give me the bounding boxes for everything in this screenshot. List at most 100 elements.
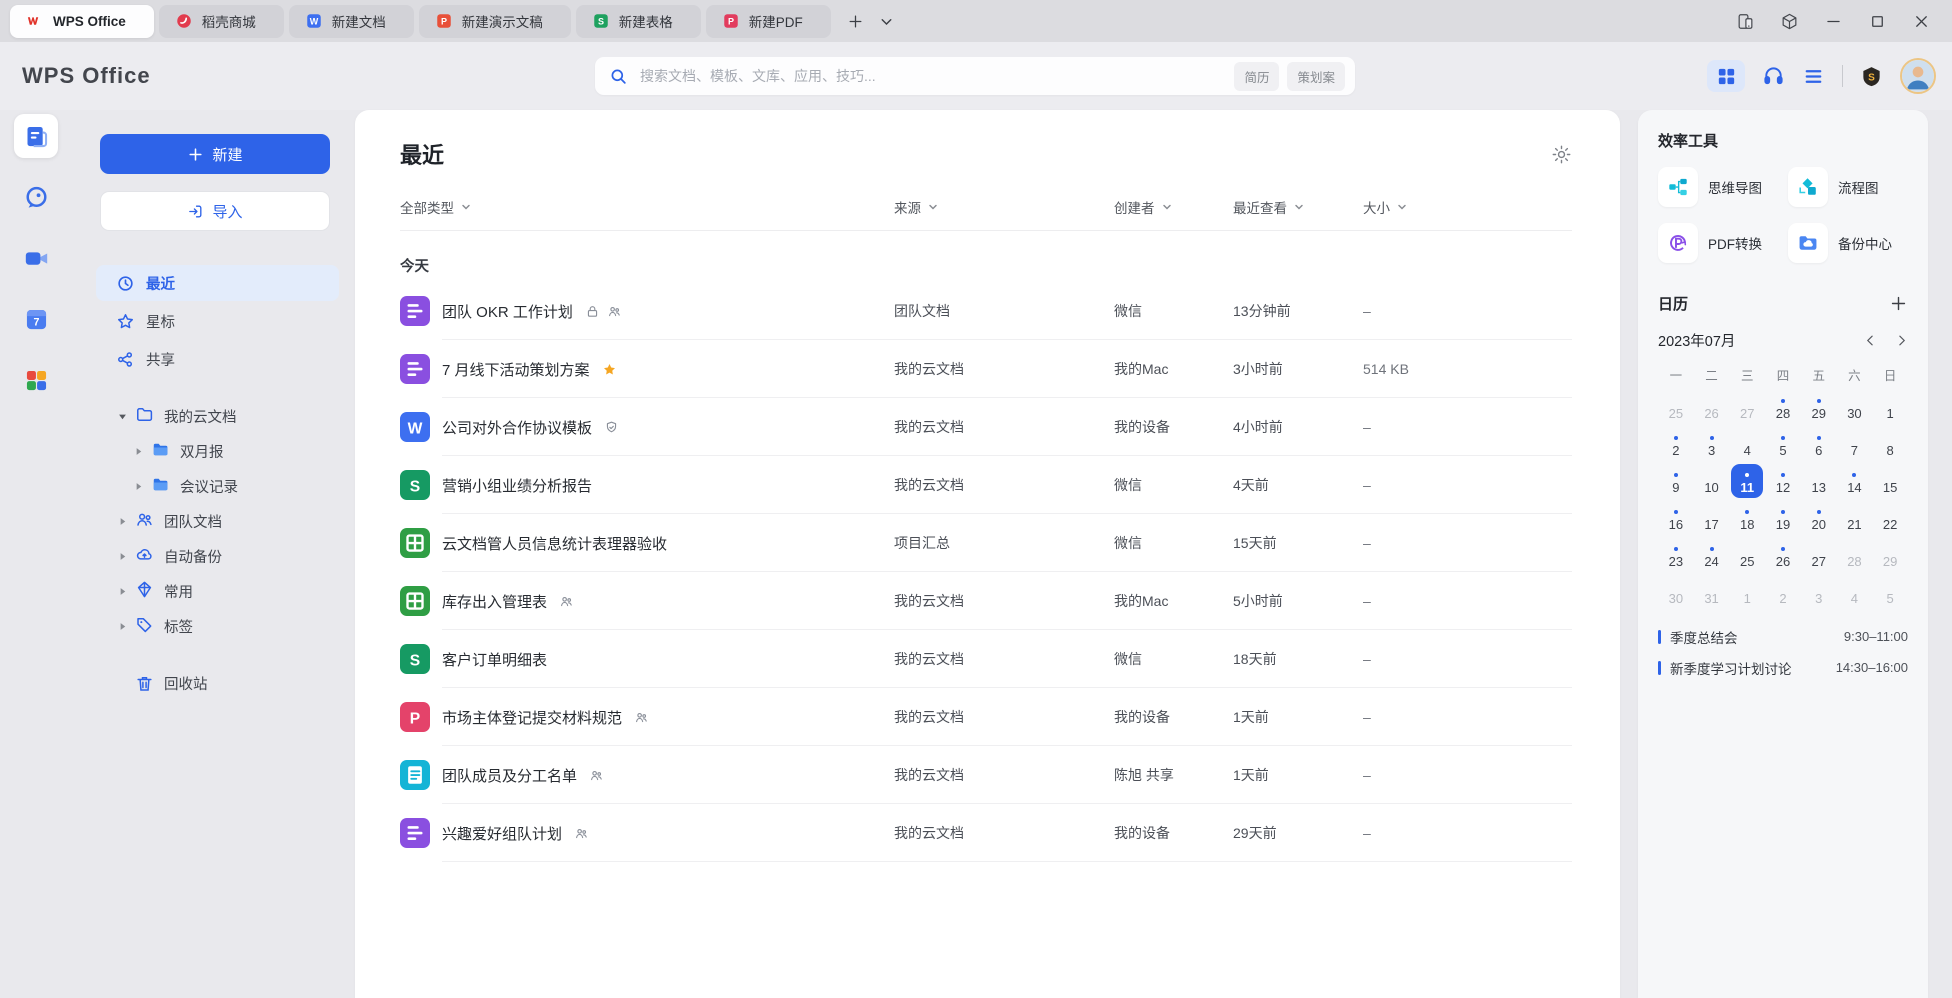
search-tag-resume[interactable]: 简历 [1234,62,1279,91]
calendar-day[interactable]: 26 [1696,390,1728,424]
calendar-day[interactable]: 3 [1803,575,1835,609]
sidebar-item-shared[interactable]: 共享 [96,341,339,377]
sidebar-item-recent[interactable]: 最近 [96,265,339,301]
calendar-day[interactable]: 25 [1660,390,1692,424]
calendar-day[interactable]: 20 [1803,501,1835,535]
calendar-day[interactable]: 3 [1696,427,1728,461]
table-row[interactable]: W公司对外合作协议模板我的云文档我的设备4小时前– [400,398,1572,456]
sidebar-item-my-cloud-docs[interactable]: 我的云文档 [96,399,339,434]
tab-new-spreadsheet[interactable]: S新建表格 [576,5,701,38]
calendar-day[interactable]: 5 [1767,427,1799,461]
tool-pdf-convert[interactable]: PDF转换 [1658,223,1778,263]
table-row[interactable]: S客户订单明细表我的云文档微信18天前– [400,630,1572,688]
sidebar-item-trash[interactable]: 回收站 [96,666,339,701]
search-bar[interactable]: 简历 策划案 [595,57,1355,95]
calendar-day[interactable]: 4 [1731,427,1763,461]
calendar-day[interactable]: 29 [1874,538,1906,572]
table-row[interactable]: S营销小组业绩分析报告我的云文档微信4天前– [400,456,1572,514]
calendar-day[interactable]: 19 [1767,501,1799,535]
caret-right-icon[interactable] [132,446,144,457]
sidebar-item-team-docs[interactable]: 团队文档 [96,504,339,539]
calendar-next-button[interactable] [1895,334,1908,347]
sidebar-item-labels[interactable]: 标签 [96,609,339,644]
tab-docer-mall[interactable]: 稻壳商城 [159,5,284,38]
calendar-day[interactable]: 11 [1731,464,1763,498]
calendar-day[interactable]: 16 [1660,501,1692,535]
calendar-day[interactable]: 30 [1838,390,1870,424]
rail-item-meetings[interactable] [14,236,58,280]
avatar[interactable] [1900,58,1936,94]
table-row[interactable]: P市场主体登记提交材料规范我的云文档我的设备1天前– [400,688,1572,746]
calendar-day[interactable]: 23 [1660,538,1692,572]
calendar-day[interactable]: 7 [1838,427,1870,461]
calendar-day[interactable]: 2 [1660,427,1692,461]
filter-0[interactable]: 全部类型 [400,197,894,217]
tab-new-writer[interactable]: W新建文档 [289,5,414,38]
tool-mindmap[interactable]: 思维导图 [1658,167,1778,207]
rail-item-calendar[interactable]: 7 [14,297,58,341]
calendar-day[interactable]: 29 [1803,390,1835,424]
table-row[interactable]: 云文档管人员信息统计表理器验收项目汇总微信15天前– [400,514,1572,572]
support-headset-button[interactable] [1762,65,1785,88]
calendar-day[interactable]: 4 [1838,575,1870,609]
sidebar-item-frequently-used[interactable]: 常用 [96,574,339,609]
calendar-day[interactable]: 28 [1838,538,1870,572]
caret-right-icon[interactable] [116,516,128,527]
caret-right-icon[interactable] [116,551,128,562]
add-event-button[interactable] [1889,294,1908,313]
filter-3[interactable]: 最近查看 [1233,197,1363,217]
filter-1[interactable]: 来源 [894,197,1114,217]
workspace-cube-button[interactable] [1772,6,1806,36]
search-input[interactable] [638,67,1234,85]
tool-backup-center[interactable]: 备份中心 [1788,223,1908,263]
calendar-day[interactable]: 10 [1696,464,1728,498]
calendar-day[interactable]: 6 [1803,427,1835,461]
gear-icon[interactable] [1551,144,1572,165]
calendar-day[interactable]: 24 [1696,538,1728,572]
calendar-day[interactable]: 14 [1838,464,1870,498]
calendar-day[interactable]: 18 [1731,501,1763,535]
caret-right-icon[interactable] [132,481,144,492]
calendar-day[interactable]: 17 [1696,501,1728,535]
tool-flowchart[interactable]: 流程图 [1788,167,1908,207]
calendar-day[interactable]: 27 [1731,390,1763,424]
sidebar-item-meeting-notes[interactable]: 会议记录 [96,469,339,504]
global-menu-button[interactable] [1802,65,1825,88]
maximize-button[interactable] [1860,6,1894,36]
close-button[interactable] [1904,6,1938,36]
calendar-day[interactable]: 9 [1660,464,1692,498]
calendar-day[interactable]: 27 [1803,538,1835,572]
tab-wps-office[interactable]: WPS Office [10,5,154,38]
filter-4[interactable]: 大小 [1363,197,1572,217]
minimize-button[interactable] [1816,6,1850,36]
calendar-day[interactable]: 12 [1767,464,1799,498]
sidebar-item-starred[interactable]: 星标 [96,303,339,339]
sidebar-item-bimonthly-report[interactable]: 双月报 [96,434,339,469]
calendar-day[interactable]: 1 [1731,575,1763,609]
table-row[interactable]: 兴趣爱好组队计划我的云文档我的设备29天前– [400,804,1572,862]
calendar-day[interactable]: 22 [1874,501,1906,535]
search-tag-plan[interactable]: 策划案 [1287,62,1345,91]
calendar-day[interactable]: 31 [1696,575,1728,609]
calendar-day[interactable]: 2 [1767,575,1799,609]
apps-grid-button[interactable] [1707,60,1745,92]
calendar-day[interactable]: 21 [1838,501,1870,535]
calendar-day[interactable]: 26 [1767,538,1799,572]
phone-link-button[interactable] [1728,6,1762,36]
calendar-prev-button[interactable] [1864,334,1877,347]
table-row[interactable]: 库存出入管理表我的云文档我的Mac5小时前– [400,572,1572,630]
new-tab-button[interactable] [847,13,864,30]
calendar-event[interactable]: 季度总结会9:30–11:00 [1658,621,1908,652]
rail-item-documents[interactable] [14,114,58,158]
tab-new-presentation[interactable]: P新建演示文稿 [419,5,571,38]
calendar-day[interactable]: 25 [1731,538,1763,572]
tab-new-pdf[interactable]: P新建PDF [706,5,831,38]
calendar-day[interactable]: 28 [1767,390,1799,424]
table-row[interactable]: 团队 OKR 工作计划团队文档微信13分钟前– [400,282,1572,340]
calendar-day[interactable]: 13 [1803,464,1835,498]
import-button[interactable]: 导入 [100,191,330,231]
table-row[interactable]: 团队成员及分工名单我的云文档陈旭 共享1天前– [400,746,1572,804]
caret-right-icon[interactable] [116,621,128,632]
filter-2[interactable]: 创建者 [1114,197,1233,217]
sidebar-item-auto-backup[interactable]: 自动备份 [96,539,339,574]
